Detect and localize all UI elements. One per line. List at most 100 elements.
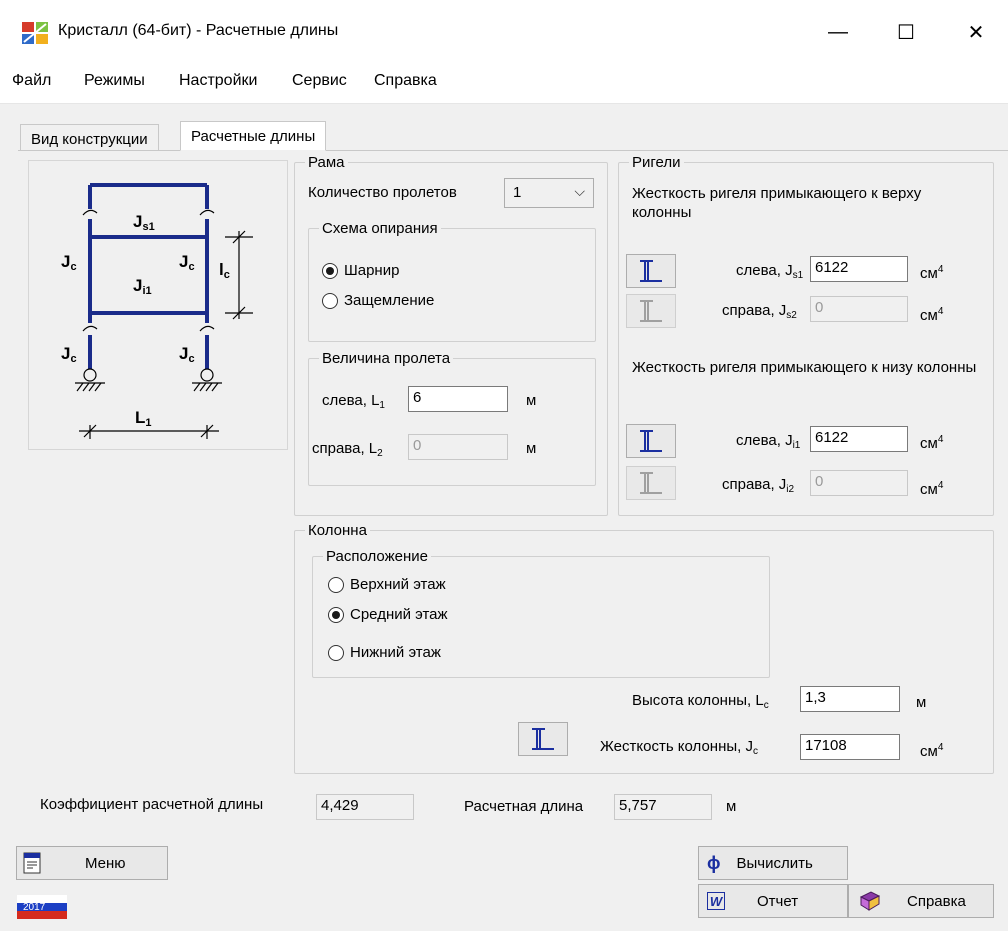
- beam-bottom-right-label: справа, Ji2: [722, 476, 795, 495]
- russian-flag-version-badge: 2017: [17, 895, 67, 919]
- radio-unchecked-icon: [328, 644, 344, 661]
- span-size-title: Величина пролета: [319, 350, 454, 367]
- label-jc-left-lower: Jc: [61, 344, 77, 365]
- beam-top-left-input[interactable]: 6122: [810, 256, 908, 282]
- beam-top-right-unit: см4: [920, 306, 944, 324]
- column-stiffness-input[interactable]: 17108: [800, 734, 900, 760]
- i-beam-icon: [640, 430, 662, 452]
- window-title: Кристалл (64-бит) - Расчетные длины: [58, 22, 339, 39]
- frame-diagram: Js1 Ji1 Jc Jc Jc Jc lc L1: [28, 160, 288, 450]
- location-middle-floor-label: Средний этаж: [350, 606, 448, 623]
- span-left-unit: м: [526, 392, 537, 409]
- length-coef-value: 4,429: [316, 794, 414, 820]
- label-jc-right-upper: Jc: [179, 252, 195, 273]
- title-bar: Кристалл (64-бит) - Расчетные длины — ☐ …: [0, 0, 1008, 62]
- column-height-unit: м: [916, 694, 927, 711]
- length-coef-label: Коэффициент расчетной длины: [40, 796, 264, 813]
- column-group-title: Колонна: [305, 522, 370, 539]
- support-scheme-group: Схема опирания: [308, 220, 596, 342]
- beam-top-left-unit: см4: [920, 264, 944, 282]
- span-left-label: слева, L1: [322, 392, 385, 411]
- beam-top-right-label: справа, Js2: [722, 302, 797, 321]
- label-l1: L1: [135, 408, 152, 429]
- help-button[interactable]: Справка: [848, 884, 994, 918]
- beam-bottom-left-label: слева, Ji1: [736, 432, 801, 451]
- menu-file[interactable]: Файл: [12, 72, 51, 90]
- tab-design-lengths[interactable]: Расчетные длины: [180, 121, 327, 151]
- radio-unchecked-icon: [322, 292, 338, 309]
- label-jc-right-lower: Jc: [179, 344, 195, 365]
- minimize-button[interactable]: —: [818, 14, 858, 50]
- beam-top-left-label: слева, Js1: [736, 262, 804, 281]
- beam-top-left-section-button[interactable]: [626, 254, 676, 288]
- radio-unchecked-icon: [328, 576, 344, 593]
- maximize-button[interactable]: ☐: [886, 14, 926, 50]
- frame-diagram-drawing: Js1 Ji1 Jc Jc Jc Jc lc L1: [61, 183, 253, 439]
- i-beam-icon: [532, 728, 554, 750]
- label-js1: Js1: [133, 212, 155, 233]
- menu-settings[interactable]: Настройки: [179, 72, 257, 90]
- support-fixed-radio[interactable]: Защемление: [322, 292, 434, 309]
- radio-checked-icon: [322, 262, 338, 279]
- menu-button[interactable]: Меню: [16, 846, 168, 880]
- column-stiffness-unit: см4: [920, 742, 944, 760]
- span-size-group: Величина пролета: [308, 350, 596, 486]
- close-button[interactable]: ✕: [956, 14, 996, 50]
- report-button-label: Отчет: [757, 892, 799, 910]
- tab-construction-view[interactable]: Вид конструкции: [20, 124, 159, 151]
- beams-group-title: Ригели: [629, 154, 684, 171]
- column-height-input[interactable]: 1,3: [800, 686, 900, 712]
- beam-bottom-left-section-button[interactable]: [626, 424, 676, 458]
- design-length-value: 5,757: [614, 794, 712, 820]
- beam-bottom-right-input[interactable]: 0: [810, 470, 908, 496]
- menu-help[interactable]: Справка: [374, 72, 437, 90]
- report-button[interactable]: W Отчет: [698, 884, 848, 918]
- location-bottom-floor-radio[interactable]: Нижний этаж: [328, 644, 441, 661]
- support-scheme-title: Схема опирания: [319, 220, 441, 237]
- calculate-button-label: Вычислить: [736, 854, 813, 872]
- spans-count-select[interactable]: 1 ⌵: [504, 178, 594, 208]
- span-right-input[interactable]: 0: [408, 434, 508, 460]
- beam-bottom-caption: Жесткость ригеля примыкающего к низу кол…: [632, 359, 977, 376]
- design-length-unit: м: [726, 798, 737, 815]
- help-book-icon: [859, 891, 881, 911]
- span-left-input[interactable]: 6: [408, 386, 508, 412]
- beam-bottom-right-section-button[interactable]: [626, 466, 676, 500]
- location-top-floor-label: Верхний этаж: [350, 576, 446, 593]
- version-badge-text: 2017: [23, 902, 46, 913]
- menu-modes[interactable]: Режимы: [84, 72, 145, 90]
- beam-bottom-left-unit: см4: [920, 434, 944, 452]
- help-button-label: Справка: [907, 892, 966, 910]
- phi-icon: ɸ: [707, 852, 721, 873]
- spans-count-label: Количество пролетов: [308, 184, 457, 201]
- beam-top-right-input[interactable]: 0: [810, 296, 908, 322]
- i-beam-icon: [640, 300, 662, 322]
- label-jc-left-upper: Jc: [61, 252, 77, 273]
- location-top-floor-radio[interactable]: Верхний этаж: [328, 576, 446, 593]
- column-section-button[interactable]: [518, 722, 568, 756]
- support-fixed-label: Защемление: [344, 292, 435, 309]
- menu-bar: Файл Режимы Настройки Сервис Справка: [0, 62, 1008, 104]
- support-hinge-label: Шарнир: [344, 262, 400, 279]
- location-bottom-floor-label: Нижний этаж: [350, 644, 441, 661]
- column-height-label: Высота колонны, Lc: [632, 692, 769, 711]
- menu-service[interactable]: Сервис: [292, 72, 347, 90]
- beam-top-right-section-button[interactable]: [626, 294, 676, 328]
- column-location-title: Расположение: [323, 548, 431, 565]
- span-right-unit: м: [526, 440, 537, 457]
- column-stiffness-label: Жесткость колонны, Jc: [600, 738, 758, 757]
- radio-checked-icon: [328, 606, 344, 623]
- beam-bottom-left-input[interactable]: 6122: [810, 426, 908, 452]
- beam-top-caption: Жесткость ригеля примыкающего к верху ко…: [632, 185, 922, 221]
- app-icon: [22, 22, 48, 44]
- i-beam-icon: [640, 472, 662, 494]
- spans-count-value: 1: [513, 184, 522, 201]
- document-list-icon: [23, 852, 41, 874]
- chevron-down-icon: ⌵: [574, 183, 585, 199]
- menu-button-label: Меню: [85, 854, 126, 872]
- calculate-button[interactable]: ɸ Вычислить: [698, 846, 848, 880]
- support-hinge-radio[interactable]: Шарнир: [322, 262, 399, 279]
- i-beam-icon: [640, 260, 662, 282]
- location-middle-floor-radio[interactable]: Средний этаж: [328, 606, 448, 623]
- span-right-label: справа, L2: [312, 440, 383, 459]
